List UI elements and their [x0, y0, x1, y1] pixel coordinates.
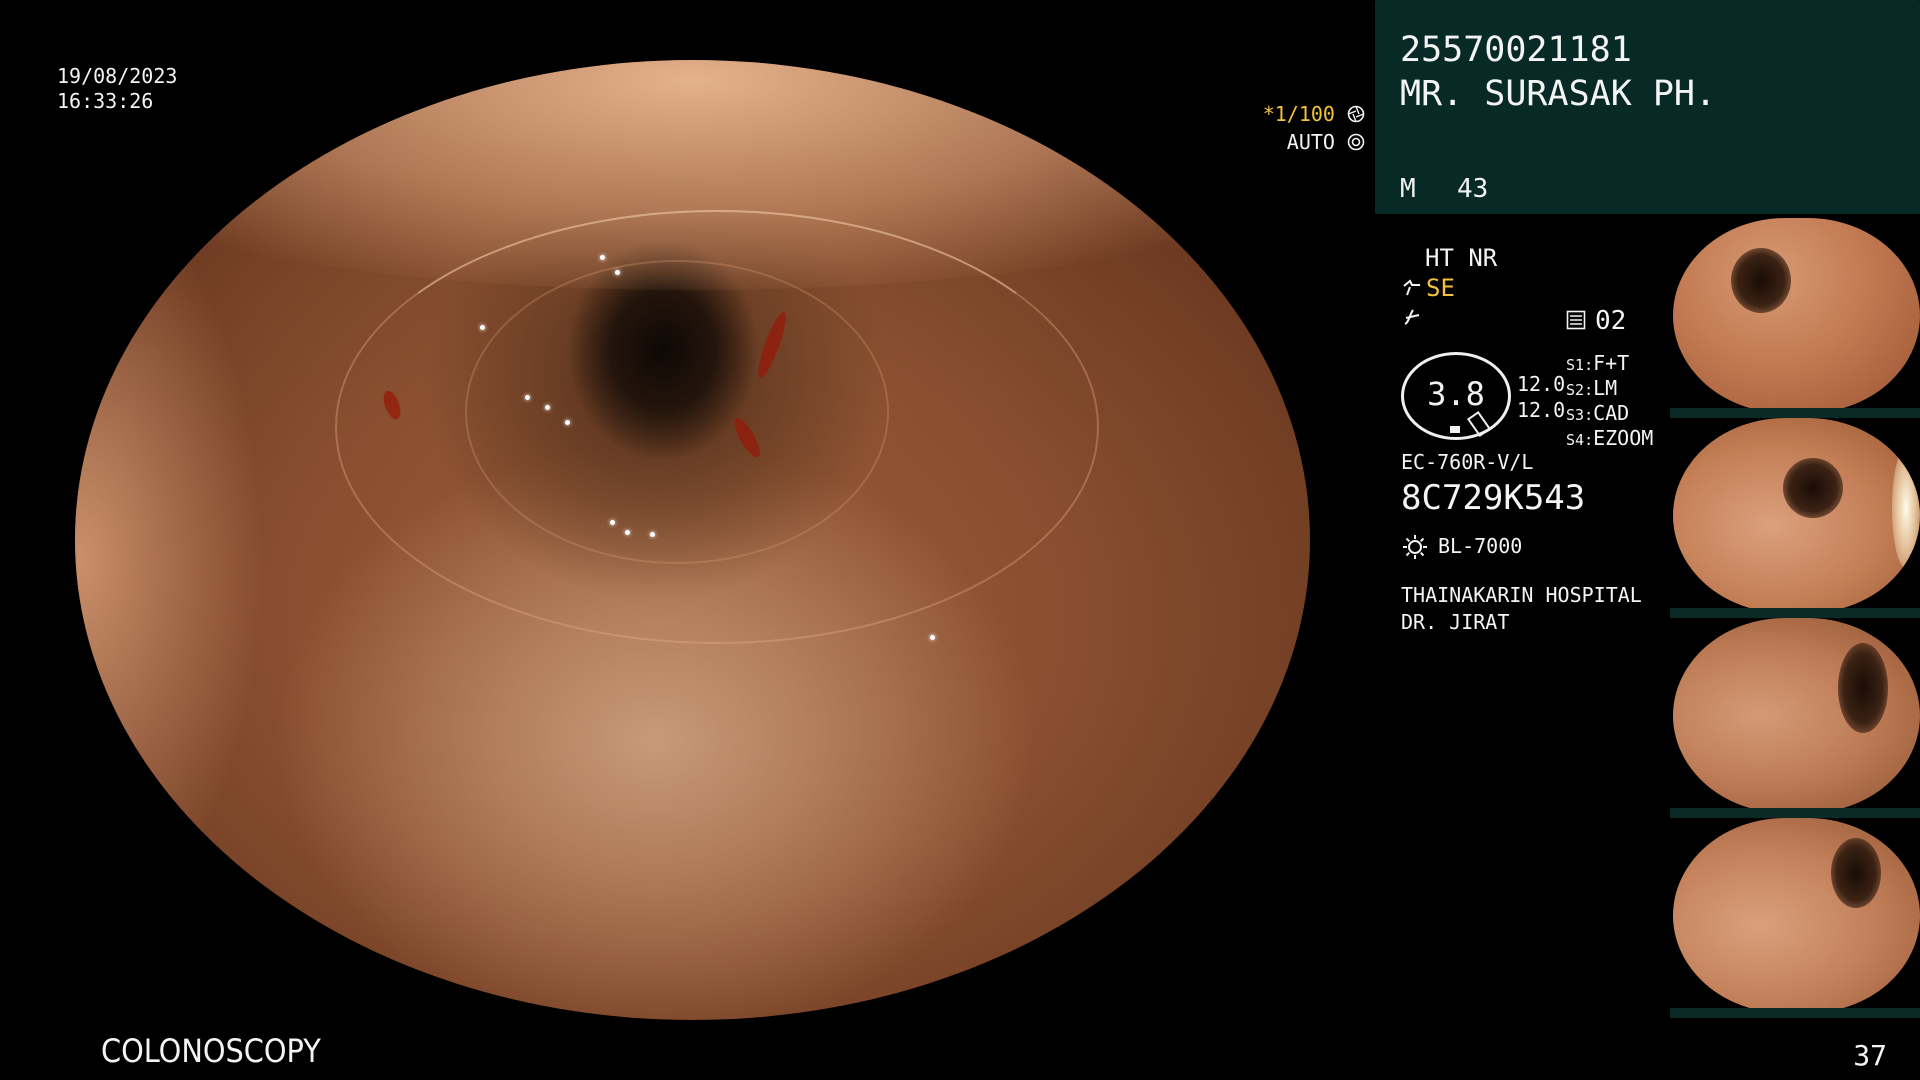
specular-highlight: [565, 420, 570, 425]
specular-highlight: [650, 532, 655, 537]
shutter-speed: *1/100: [1262, 102, 1335, 126]
frame-number: 37: [1853, 1039, 1887, 1072]
shutter-icon: [1347, 105, 1365, 123]
gauge-indicator: [1466, 410, 1492, 438]
shutter-setting: *1/100: [1225, 100, 1365, 128]
color-icon: [1404, 309, 1420, 325]
capture-datetime: 19/08/2023 16:33:26: [57, 64, 177, 114]
capture-thumbnail[interactable]: [1673, 818, 1920, 1013]
specular-highlight: [600, 255, 605, 260]
endoscope-view: [75, 60, 1310, 1020]
thumbnail-caption: [1670, 808, 1920, 818]
thumbnail-caption: [1670, 608, 1920, 618]
thumbnail-caption: [1670, 408, 1920, 418]
thumbnail-lumen: [1783, 458, 1843, 518]
capture-date: 19/08/2023: [57, 64, 178, 88]
value-top: 12.0: [1517, 372, 1566, 396]
mucosa-highlight-left: [75, 180, 265, 940]
capture-thumbnail[interactable]: [1673, 618, 1920, 813]
patient-name: MR. SURASAK PH.: [1400, 74, 1717, 114]
capture-thumbnail[interactable]: [1673, 418, 1920, 613]
haustral-fold-inner: [465, 260, 889, 564]
thumbnail-lumen: [1731, 248, 1791, 313]
thumbnail-lumen: [1838, 643, 1888, 733]
memory-icon: [1566, 310, 1586, 330]
capture-time: 16:33:26: [57, 89, 154, 113]
procedure-label: COLONOSCOPY: [101, 1032, 321, 1070]
processing-mode: HT NR: [1425, 244, 1498, 272]
iris-mode: AUTO: [1286, 130, 1335, 154]
specular-highlight: [610, 520, 615, 525]
exposure-settings: *1/100 AUTO: [1225, 100, 1365, 156]
patient-id: 25570021181: [1400, 30, 1632, 70]
specular-highlight: [930, 635, 935, 640]
patient-info-panel: 25570021181 MR. SURASAK PH. M 43: [1375, 0, 1920, 214]
specular-highlight: [480, 325, 485, 330]
specular-highlight: [545, 405, 550, 410]
enhance-icon: [1403, 279, 1420, 296]
capture-thumbnail[interactable]: [1673, 218, 1920, 413]
switch-s2: S2:LM: [1566, 376, 1618, 400]
thumbnail-lumen: [1831, 838, 1881, 908]
specular-highlight: [625, 530, 630, 535]
hospital-name: THAINAKARIN HOSPITAL: [1401, 583, 1642, 607]
gauge-value: 3.8: [1427, 375, 1485, 413]
switch-s1: S1:F+T: [1566, 351, 1630, 375]
patient-sex: M: [1400, 174, 1416, 204]
thumbnail-flare: [1892, 448, 1920, 568]
patient-age: 43: [1457, 174, 1489, 204]
value-bottom: 12.0: [1517, 398, 1566, 422]
light-source-icon: [1403, 535, 1427, 559]
doctor-name: DR. JIRAT: [1401, 610, 1510, 634]
specular-highlight: [615, 270, 620, 275]
magnification-gauge: 3.8: [1401, 352, 1511, 440]
gauge-marker: [1450, 426, 1460, 433]
iris-icon: [1347, 133, 1365, 151]
iris-setting: AUTO: [1225, 128, 1365, 156]
enhance-mode: SE: [1426, 274, 1455, 302]
scope-model: EC-760R-V/L: [1401, 450, 1534, 474]
light-source-model: BL-7000: [1438, 534, 1523, 558]
thumbnail-caption: [1670, 1008, 1920, 1018]
scope-serial: 8C729K543: [1401, 478, 1586, 518]
switch-s4: S4:EZOOM: [1566, 426, 1654, 450]
specular-highlight: [525, 395, 530, 400]
switch-s3: S3:CAD: [1566, 401, 1630, 425]
memory-slot: 02: [1595, 306, 1627, 336]
